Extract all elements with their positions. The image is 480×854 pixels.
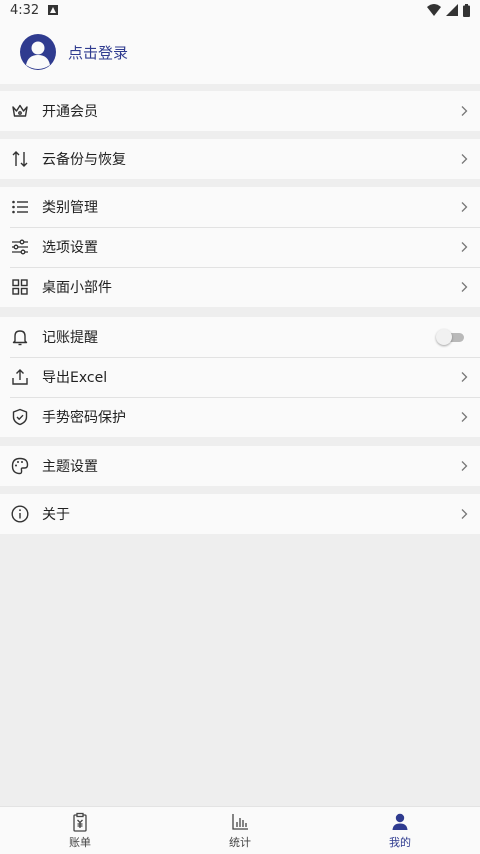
- person-icon: [392, 813, 408, 830]
- status-bar: 4:32: [0, 0, 480, 20]
- nav-label: 统计: [229, 835, 251, 849]
- profile-header[interactable]: 点击登录: [0, 20, 480, 84]
- shield-check-icon: [10, 407, 30, 427]
- menu-item-vip[interactable]: 开通会员: [0, 91, 480, 131]
- widgets-icon: [10, 277, 30, 297]
- chevron-right-icon: [461, 154, 468, 164]
- chevron-right-icon: [461, 282, 468, 292]
- group-theme: 主题设置: [0, 446, 480, 486]
- bill-icon: [73, 812, 87, 832]
- menu-label: 关于: [42, 507, 70, 523]
- menu-item-theme[interactable]: 主题设置: [0, 446, 480, 486]
- chevron-right-icon: [461, 106, 468, 116]
- nav-item-stats[interactable]: 统计: [160, 807, 320, 854]
- crown-icon: [10, 101, 30, 121]
- menu-label: 主题设置: [42, 459, 98, 475]
- login-link[interactable]: 点击登录: [68, 42, 128, 63]
- group-cloud: 云备份与恢复: [0, 139, 480, 179]
- menu-label: 开通会员: [42, 104, 98, 120]
- menu-label: 记账提醒: [42, 330, 98, 346]
- reminder-toggle[interactable]: [436, 328, 464, 346]
- chevron-right-icon: [461, 461, 468, 471]
- chevron-right-icon: [461, 202, 468, 212]
- bottom-nav: 账单 统计 我的: [0, 806, 480, 854]
- bell-icon: [10, 327, 30, 347]
- sync-arrows-icon: [10, 149, 30, 169]
- upload-icon: [10, 367, 30, 387]
- avatar-icon[interactable]: [20, 34, 56, 70]
- chevron-right-icon: [461, 242, 468, 252]
- chevron-right-icon: [461, 372, 468, 382]
- status-time: 4:32: [10, 2, 40, 18]
- bar-chart-icon: [232, 813, 248, 830]
- menu-label: 桌面小部件: [42, 280, 112, 296]
- nav-label: 账单: [69, 835, 91, 849]
- menu-label: 手势密码保护: [42, 410, 126, 426]
- palette-icon: [10, 456, 30, 476]
- nav-item-mine[interactable]: 我的: [320, 807, 480, 854]
- menu-label: 类别管理: [42, 200, 98, 216]
- menu-item-gesture-lock[interactable]: 手势密码保护: [0, 397, 480, 437]
- menu-item-widget[interactable]: 桌面小部件: [0, 267, 480, 307]
- nav-item-bills[interactable]: 账单: [0, 807, 160, 854]
- menu-item-about[interactable]: 关于: [0, 494, 480, 534]
- info-icon: [10, 504, 30, 524]
- menu-item-options[interactable]: 选项设置: [0, 227, 480, 267]
- sliders-icon: [10, 237, 30, 257]
- group-about: 关于: [0, 494, 480, 534]
- toggle-knob: [436, 329, 452, 345]
- signal-icon: [446, 4, 458, 16]
- nav-label: 我的: [389, 835, 411, 849]
- chevron-right-icon: [461, 412, 468, 422]
- menu-item-category[interactable]: 类别管理: [0, 187, 480, 227]
- chevron-right-icon: [461, 509, 468, 519]
- menu-item-cloud-backup[interactable]: 云备份与恢复: [0, 139, 480, 179]
- group-vip: 开通会员: [0, 91, 480, 131]
- menu-item-reminder[interactable]: 记账提醒: [0, 317, 480, 357]
- menu-label: 云备份与恢复: [42, 152, 126, 168]
- menu-label: 选项设置: [42, 240, 98, 256]
- group-settings: 类别管理 选项设置 桌面小部件: [0, 187, 480, 307]
- battery-icon: [463, 3, 470, 17]
- notification-icon: [48, 5, 59, 15]
- group-tools: 记账提醒 导出Excel 手势密码保护: [0, 317, 480, 437]
- list-icon: [10, 197, 30, 217]
- menu-item-export-excel[interactable]: 导出Excel: [0, 357, 480, 397]
- wifi-icon: [427, 4, 441, 16]
- menu-label: 导出Excel: [42, 370, 108, 386]
